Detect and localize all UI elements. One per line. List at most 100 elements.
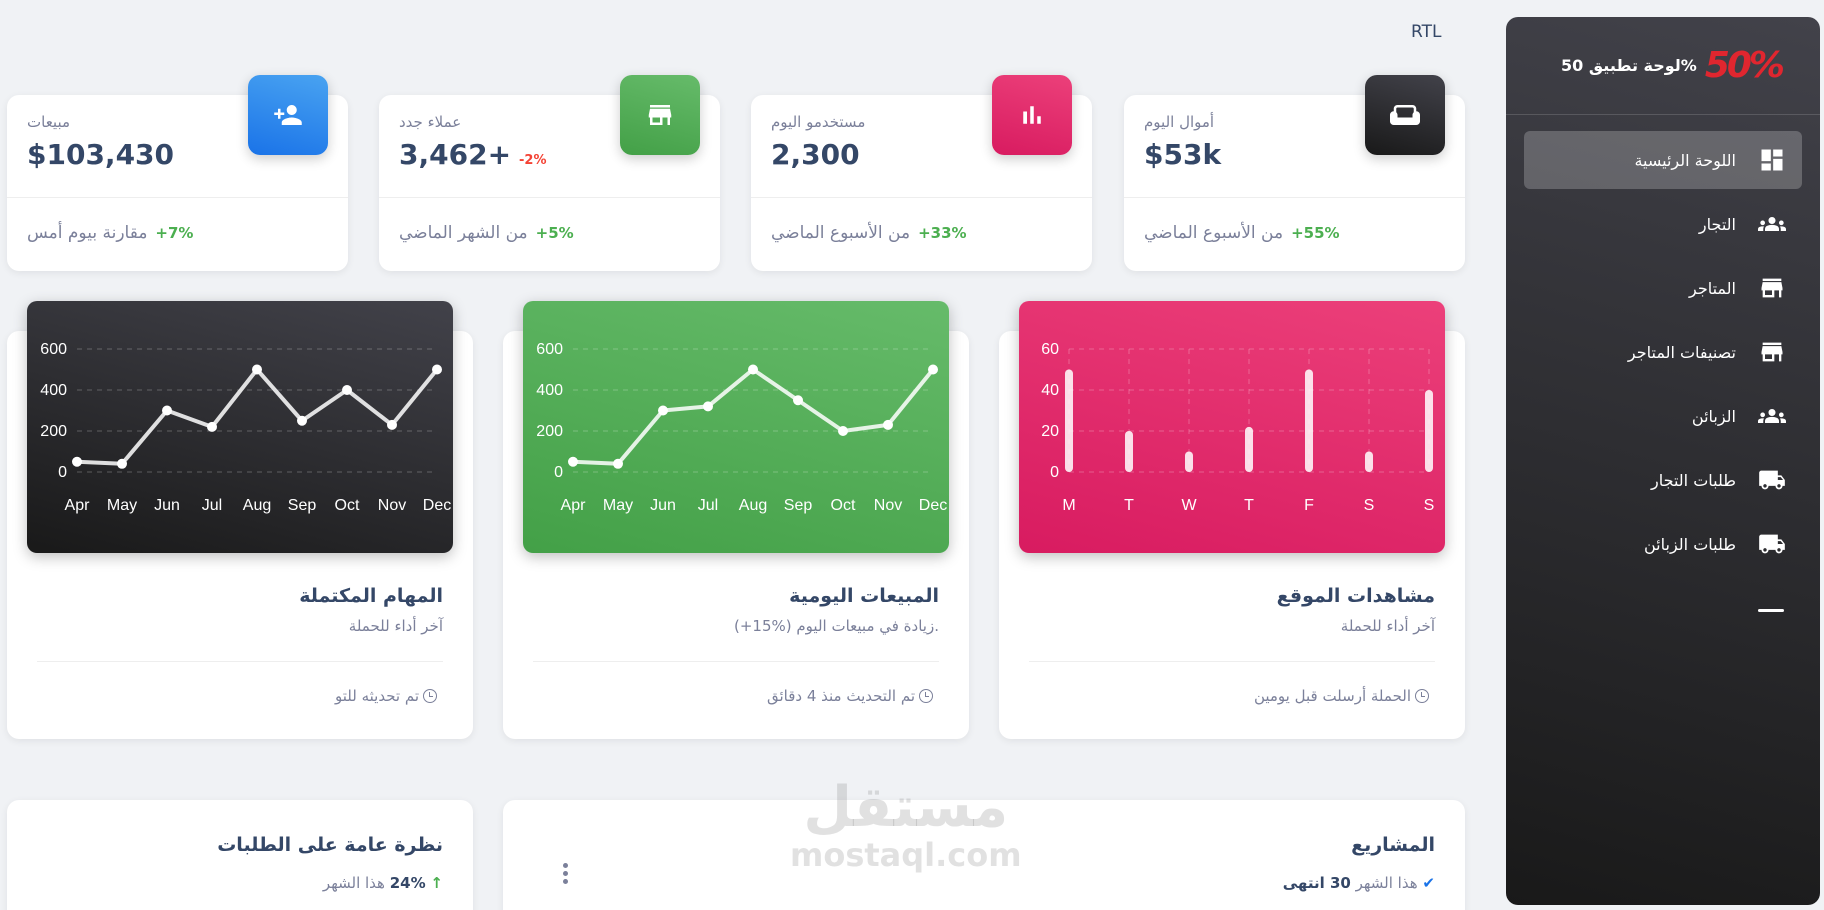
projects-done: 30 انتهى [1282, 874, 1351, 892]
store-icon [1761, 342, 1783, 362]
data-point [748, 364, 758, 375]
data-point [207, 421, 217, 432]
bar [1425, 390, 1433, 472]
truck-icon [1759, 470, 1785, 490]
users-icon [1758, 217, 1786, 231]
more-options-icon[interactable] [563, 863, 569, 887]
chart-footer: تم تحديثه للتو [335, 687, 437, 705]
line-chart: 0 200 400 600 Apr May Jun Jul Aug Sep Oct Nov Dec [40, 341, 451, 514]
stat-value-text: $103,430 [27, 138, 175, 171]
y-tick-label: 400 [536, 382, 563, 399]
collapse-toggle-icon[interactable] [1758, 609, 1784, 612]
x-tick-label: Sep [288, 497, 317, 514]
x-tick-label: Apr [561, 497, 587, 514]
direction-label[interactable]: RTL [1411, 22, 1441, 42]
x-tick-label: Nov [874, 497, 902, 514]
stat-icon-box [1365, 75, 1445, 155]
stat-label: عملاء جدد [399, 113, 462, 131]
stat-footer: من الشهر الماضي +5% [399, 223, 574, 243]
chart-subtitle: آخر أداء للحملة [348, 617, 443, 635]
orders-title: نظرة عامة على الطلبات [217, 834, 443, 856]
stat-card-new-clients: عملاء جدد 3,462+ -2% من الشهر الماضي +5% [379, 75, 720, 271]
y-tick-label: 400 [40, 382, 67, 399]
chart-title: مشاهدات الموقع [1276, 585, 1435, 607]
chart-box: 0 200 400 600 Apr May Jun Jul Aug Sep Oct Nov Dec [27, 301, 453, 553]
stat-footer: من الأسبوع الماضي +55% [1144, 223, 1340, 243]
sidebar-item-stores[interactable]: المتاجر [1524, 259, 1802, 317]
data-point [793, 395, 803, 406]
stat-footer-text: من الأسبوع الماضي [1144, 223, 1284, 243]
chart-box: 0 20 40 60 M T W T F S S [1019, 301, 1445, 553]
chart-card-daily-sales: 0 200 400 600 Apr May Jun Jul Aug Sep Oct Nov Dec ال… [503, 301, 969, 739]
x-tick-label: Oct [831, 497, 856, 514]
clock-icon [919, 689, 933, 703]
sofa-icon [1390, 105, 1420, 125]
data-point [162, 405, 172, 416]
divider [379, 197, 720, 198]
x-tick-label: Jul [202, 497, 222, 514]
sidebar-item-merchants[interactable]: التجار [1524, 195, 1802, 253]
chart-footer: تم التحديث منذ 4 دقائق [767, 687, 933, 705]
series-line [572, 367, 935, 466]
sidebar-item-customer-orders[interactable]: طلبات الزبائن [1524, 515, 1802, 573]
clock-icon [1415, 689, 1429, 703]
stat-footer-pct: +5% [535, 224, 574, 242]
sidebar-item-label: التجار [1698, 214, 1736, 234]
x-tick-label: May [107, 497, 137, 514]
x-tick-label: Dec [919, 497, 947, 514]
data-point [568, 456, 578, 467]
x-tick-label: Aug [739, 497, 767, 514]
brand-logo: 50% [1704, 45, 1785, 86]
x-tick-label: Apr [65, 497, 91, 514]
data-point [613, 458, 623, 469]
bar-chart: 0 20 40 60 M T W T F S S [1041, 341, 1434, 514]
chart-footer-text: تم تحديثه للتو [335, 687, 419, 705]
projects-period: هذا الشهر [1355, 874, 1418, 892]
watermark-en: mostaql.com [790, 836, 1022, 874]
brand[interactable]: لوحة تطبيق 50% 50% [1506, 17, 1820, 115]
sidebar-item-label: طلبات الزبائن [1644, 534, 1736, 554]
data-point [72, 456, 82, 467]
x-tick-label: Sep [784, 497, 813, 514]
person-add-icon [274, 105, 302, 125]
stat-icon-box [620, 75, 700, 155]
sidebar-nav: اللوحة الرئيسية التجار المتاجر تصنيفات ا… [1506, 115, 1820, 595]
y-tick-label: 0 [554, 464, 563, 481]
stat-card-today-users: مستخدمو اليوم 2,300 من الأسبوع الماضي +33… [751, 75, 1092, 271]
chart-title: المهام المكتملة [299, 585, 443, 607]
users-icon [1758, 409, 1786, 423]
x-tick-label: M [1062, 497, 1075, 514]
sidebar-item-merchant-orders[interactable]: طلبات التجار [1524, 451, 1802, 509]
sidebar-item-dashboard[interactable]: اللوحة الرئيسية [1524, 131, 1802, 189]
x-tick-label: F [1304, 497, 1314, 514]
chart-title: المبيعات اليومية [789, 585, 939, 607]
data-point [117, 458, 127, 469]
bar [1185, 451, 1193, 472]
y-tick-label: 0 [58, 464, 67, 481]
data-point [928, 364, 938, 375]
stat-value-text: $53k [1144, 138, 1222, 171]
divider [37, 661, 443, 662]
stat-footer: من الأسبوع الماضي +33% [771, 223, 967, 243]
sidebar-item-label: المتاجر [1689, 278, 1736, 298]
watermark-ar: مستقل [803, 775, 1009, 840]
stat-footer: مقارنة بيوم أمس +7% [27, 223, 193, 243]
x-tick-label: Oct [335, 497, 360, 514]
sidebar-item-store-categories[interactable]: تصنيفات المتاجر [1524, 323, 1802, 381]
stat-value: $53k [1144, 138, 1221, 171]
dashboard-icon [1761, 149, 1783, 171]
orders-period: هذا الشهر [322, 874, 385, 892]
sidebar-item-customers[interactable]: الزبائن [1524, 387, 1802, 445]
divider [1124, 197, 1465, 198]
y-tick-label: 40 [1041, 382, 1059, 399]
x-tick-label: S [1364, 497, 1375, 514]
chart-footer: الحملة أرسلت قبل يومين [1254, 687, 1429, 705]
x-tick-label: Jun [154, 497, 180, 514]
stat-value: $103,430 [27, 138, 174, 171]
data-point [252, 364, 262, 375]
truck-icon [1759, 534, 1785, 554]
stat-label: أموال اليوم [1144, 113, 1215, 131]
brand-name: لوحة تطبيق 50% [1561, 56, 1697, 75]
chart-subtitle: آخر أداء للحملة [1340, 617, 1435, 635]
store-icon [1761, 278, 1783, 298]
